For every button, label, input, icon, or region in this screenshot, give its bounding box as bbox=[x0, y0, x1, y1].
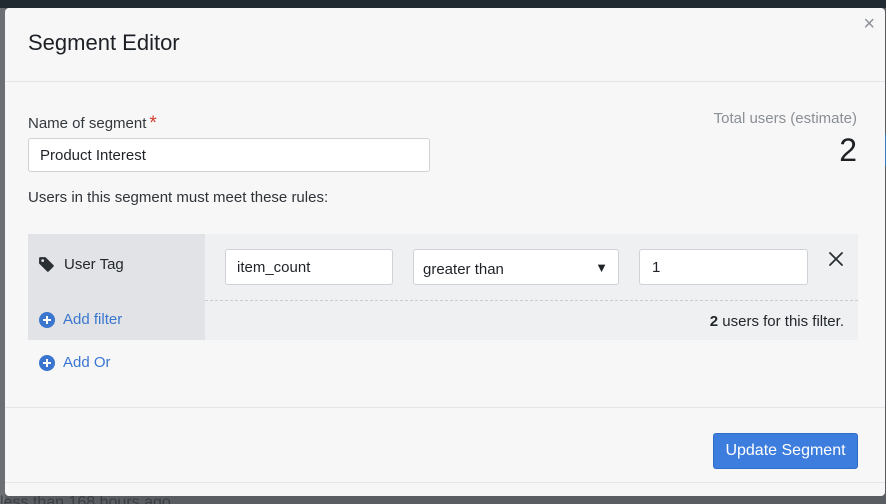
update-segment-button[interactable]: Update Segment bbox=[713, 433, 858, 469]
segment-name-label-text: Name of segment bbox=[28, 115, 147, 132]
background-top-bar bbox=[0, 0, 886, 8]
tag-icon bbox=[39, 257, 54, 272]
rule-divider bbox=[205, 300, 858, 301]
close-icon[interactable]: × bbox=[863, 14, 875, 34]
caret-down-icon: ▼ bbox=[595, 260, 608, 275]
tag-value-input[interactable] bbox=[639, 249, 808, 285]
plus-circle-icon bbox=[39, 354, 55, 371]
add-or-label: Add Or bbox=[63, 354, 111, 371]
segment-name-label: Name of segment * bbox=[28, 112, 157, 134]
rule-type-cell: User Tag Add filter bbox=[28, 234, 205, 340]
required-marker: * bbox=[149, 113, 157, 134]
modal-header: Segment Editor × bbox=[5, 8, 885, 82]
rules-description: Users in this segment must meet these ru… bbox=[28, 189, 329, 206]
operator-select-value: greater than bbox=[423, 261, 504, 278]
total-users-value: 2 bbox=[839, 132, 857, 168]
modal-title: Segment Editor bbox=[28, 30, 180, 55]
modal-footer: Update Segment bbox=[5, 407, 885, 496]
footer-divider bbox=[5, 482, 885, 483]
add-filter-button[interactable]: Add filter bbox=[39, 311, 122, 328]
filter-count-suffix: users for this filter. bbox=[722, 313, 844, 330]
total-users-label: Total users (estimate) bbox=[713, 110, 857, 127]
add-or-button[interactable]: Add Or bbox=[39, 354, 111, 371]
tag-key-input[interactable] bbox=[225, 249, 393, 285]
modal-body: Name of segment* Total users (estimate) … bbox=[5, 82, 885, 408]
rule-group: User Tag Add filter greater than ▼ bbox=[28, 234, 858, 340]
segment-name-input[interactable] bbox=[28, 138, 430, 172]
plus-circle-icon bbox=[39, 311, 55, 328]
segment-editor-modal: Segment Editor × Name of segment* Total … bbox=[5, 8, 885, 496]
filter-user-count: 2 users for this filter. bbox=[710, 313, 844, 330]
operator-select[interactable]: greater than ▼ bbox=[413, 249, 619, 285]
add-filter-label: Add filter bbox=[63, 311, 123, 328]
close-icon[interactable] bbox=[826, 249, 846, 269]
filter-count-number: 2 bbox=[709, 313, 719, 330]
rule-type-label: User Tag bbox=[64, 256, 124, 273]
rule-type: User Tag bbox=[38, 256, 124, 273]
